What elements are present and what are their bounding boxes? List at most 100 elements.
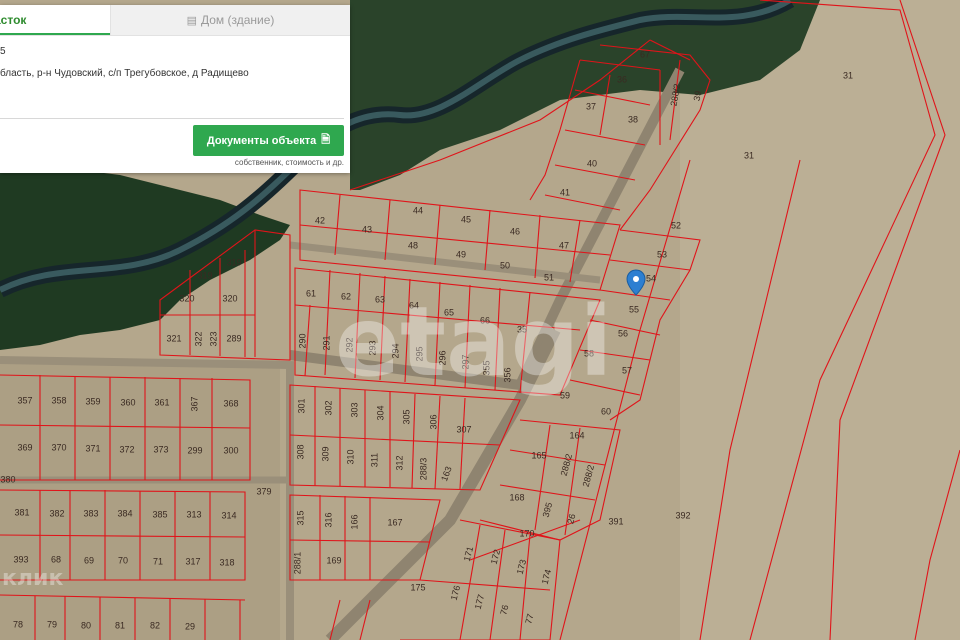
parcel-label: 69 <box>84 555 94 565</box>
parcel-label: 320 <box>179 293 194 303</box>
tab-house-label: Дом (здание) <box>200 13 275 27</box>
parcel-label: 46 <box>510 226 520 236</box>
parcel-label: 359 <box>85 396 100 406</box>
divider <box>0 118 344 119</box>
parcel-label: 82 <box>150 620 160 630</box>
document-icon: 🗎 <box>321 134 331 146</box>
parcel-label: 314 <box>221 510 236 520</box>
parcel-label: 61 <box>306 288 316 298</box>
parcel-label: 290 <box>297 333 307 348</box>
parcel-label: 47 <box>559 240 569 250</box>
parcel-label: 391 <box>608 516 623 526</box>
parcel-label: 50 <box>500 260 510 270</box>
parcel-label: 305 <box>401 409 411 424</box>
parcel-label: 323 <box>208 331 218 346</box>
parcel-label: 168 <box>509 492 524 502</box>
tab-house-building[interactable]: ▤ Дом (здание) <box>110 5 350 35</box>
parcel-label: 56 <box>618 328 628 338</box>
parcel-label: 68 <box>51 554 61 564</box>
parcel-label: 393 <box>13 554 28 564</box>
parcel-label: 310 <box>345 449 355 464</box>
parcel-label: 319 <box>197 270 212 280</box>
parcel-label: 384 <box>117 508 132 518</box>
parcel-label: 307 <box>456 424 471 434</box>
parcel-label: 379 <box>256 486 271 496</box>
parcel-label: 303 <box>349 402 359 417</box>
parcel-label: 309 <box>320 446 330 461</box>
parcel-label: 71 <box>153 556 163 566</box>
parcel-label: 43 <box>362 224 372 234</box>
parcel-label: 320 <box>222 293 237 303</box>
parcel-label: 380 <box>0 474 15 484</box>
parcel-label: 170 <box>519 528 534 538</box>
parcel-label: 301 <box>296 398 306 413</box>
parcel-label: 31 <box>744 150 754 160</box>
parcel-label: 81 <box>115 620 125 630</box>
parcel-label: 289 <box>226 333 241 343</box>
parcel-label: 367 <box>189 396 199 411</box>
parcel-label: 41 <box>560 187 570 197</box>
parcel-label: 167 <box>387 517 402 527</box>
parcel-label: 369 <box>17 442 32 452</box>
parcel-label: 37 <box>586 101 596 111</box>
parcel-label: 360 <box>120 397 135 407</box>
parcel-label: 51 <box>544 272 554 282</box>
parcel-label: 164 <box>569 430 584 440</box>
object-documents-label: Документы объекта <box>206 134 317 147</box>
parcel-label: 45 <box>461 214 471 224</box>
parcel-label: 79 <box>47 619 57 629</box>
parcel-label: 60 <box>601 406 611 416</box>
parcel-label: 308 <box>295 444 305 459</box>
object-address: бласть, р-н Чудовский, с/п Трегубовское,… <box>0 68 249 79</box>
parcel-label: 165 <box>531 450 546 460</box>
parcel-label: 304 <box>375 405 385 420</box>
parcel-label: 311 <box>369 453 379 467</box>
object-info-card: асток ▤Дом (здание) 5 бласть, р-н Чудовс… <box>0 5 350 173</box>
parcel-label: 80 <box>81 620 91 630</box>
parcel-label: 31 <box>843 70 853 80</box>
parcel-label: 291 <box>321 335 331 350</box>
parcel-label: 371 <box>85 443 100 453</box>
parcel-label: 302 <box>323 400 333 415</box>
parcel-label: 373 <box>153 444 168 454</box>
parcel-label: 70 <box>118 555 128 565</box>
parcel-label: 316 <box>323 512 333 527</box>
parcel-label: 175 <box>410 582 425 592</box>
parcel-label: 44 <box>413 205 423 215</box>
parcel-label: 55 <box>629 304 639 314</box>
parcel-label: 312 <box>394 455 404 470</box>
parcel-label: 315 <box>295 510 305 525</box>
parcel-label: 288/3 <box>418 458 428 481</box>
tab-bar: асток ▤Дом (здание) <box>0 5 350 36</box>
parcel-label: 39 <box>692 90 704 102</box>
document-icon: ▤ <box>186 15 197 27</box>
parcel-label: 52 <box>671 220 681 230</box>
parcel-label: 53 <box>657 249 667 259</box>
parcel-label: 321 <box>166 333 181 343</box>
watermark-fragment: клик <box>2 566 63 591</box>
parcel-label: 357 <box>17 395 32 405</box>
parcel-label: 385 <box>152 509 167 519</box>
parcel-label: 383 <box>83 508 98 518</box>
parcel-label: 29 <box>185 621 195 631</box>
tab-land-plot[interactable]: асток <box>0 5 110 35</box>
parcel-label: 40 <box>587 158 597 168</box>
parcel-label: 381 <box>14 507 29 517</box>
parcel-label: 49 <box>456 249 466 259</box>
parcel-label: 358 <box>51 395 66 405</box>
object-documents-button[interactable]: Документы объекта 🗎 <box>193 125 344 156</box>
parcel-label: 300 <box>223 445 238 455</box>
parcel-label: 169 <box>326 555 341 565</box>
parcel-label: 319 <box>226 257 241 267</box>
parcel-label: 361 <box>154 397 169 407</box>
documents-subtitle: собственник, стоимость и др. <box>234 158 344 167</box>
parcel-label: 57 <box>622 365 632 375</box>
watermark: etagi <box>335 286 612 398</box>
parcel-label: 38 <box>628 114 638 124</box>
parcel-label: 42 <box>315 215 325 225</box>
parcel-label: 166 <box>349 514 359 529</box>
parcel-label: 299 <box>187 445 202 455</box>
parcel-label: 288/1 <box>292 552 302 575</box>
parcel-label: 67 <box>640 49 650 59</box>
parcel-label: 48 <box>408 240 418 250</box>
